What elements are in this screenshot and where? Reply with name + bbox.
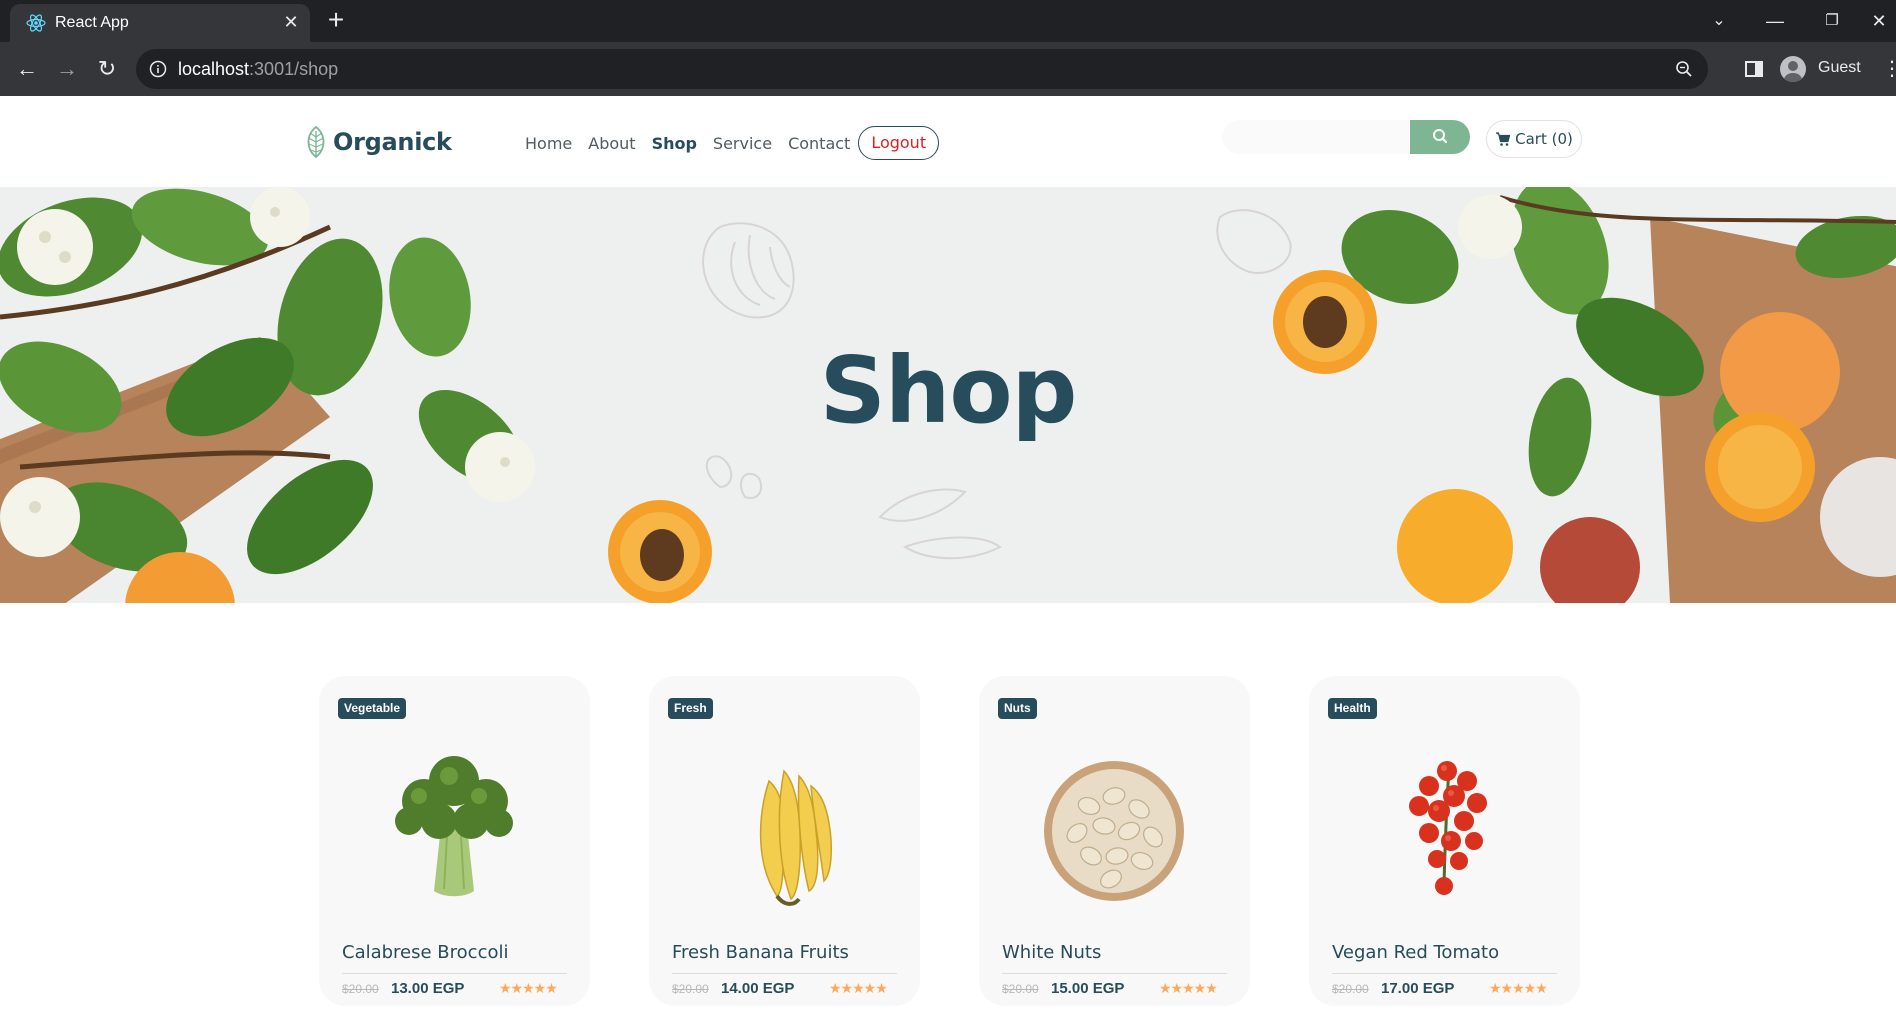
product-name: White Nuts [1002, 942, 1102, 963]
menu-icon[interactable]: ⋮ [1882, 57, 1896, 81]
category-badge: Fresh [668, 698, 713, 719]
cart-icon [1496, 132, 1511, 146]
restore-icon[interactable]: ❐ [1815, 6, 1849, 36]
cart-label: Cart (0) [1515, 130, 1573, 148]
window-close-icon[interactable]: ✕ [1862, 6, 1896, 36]
zoom-icon[interactable] [1674, 59, 1694, 79]
star-rating: ★★★★★ [499, 980, 558, 996]
divider [672, 973, 897, 974]
profile-button[interactable]: Guest [1776, 51, 1880, 87]
leaf-logo-icon [307, 125, 325, 159]
reload-icon[interactable]: ↻ [92, 54, 122, 84]
back-icon[interactable]: ← [12, 54, 42, 84]
url-path: :3001/shop [249, 59, 339, 79]
price: 14.00 EGP [721, 980, 795, 997]
logout-button[interactable]: Logout [858, 126, 940, 160]
nav-service[interactable]: Service [713, 134, 772, 153]
react-icon [26, 14, 46, 32]
hero-banner: Shop [0, 187, 1896, 603]
search-input[interactable] [1222, 120, 1412, 154]
nav-shop[interactable]: Shop [652, 134, 697, 153]
category-badge: Health [1328, 698, 1377, 719]
search-bar [1222, 120, 1470, 154]
forward-icon[interactable]: → [52, 54, 82, 84]
banana-image [759, 769, 833, 906]
browser-tab[interactable]: React App ✕ [10, 4, 310, 42]
browser-tabstrip: React App ✕ + ⌄ — ❐ ✕ [0, 0, 1896, 42]
product-card[interactable]: Fresh Fresh Banana Fruits $20.00 14.00 E… [649, 676, 920, 1006]
search-icon [1433, 129, 1448, 144]
star-rating: ★★★★★ [1159, 980, 1218, 996]
star-rating: ★★★★★ [1489, 980, 1548, 996]
profile-label: Guest [1818, 59, 1861, 76]
tomato-image [1409, 761, 1487, 895]
product-card[interactable]: Nuts White Nuts $20.00 15.00 EGP ★★★★★ [979, 676, 1250, 1006]
product-card[interactable]: Health Vegan Red Tomato $20.00 17.00 EGP… [1309, 676, 1580, 1006]
search-button[interactable] [1410, 120, 1470, 154]
tab-search-icon[interactable]: ⌄ [1702, 6, 1736, 36]
divider [1332, 973, 1557, 974]
person-icon [1784, 61, 1802, 82]
divider [1002, 973, 1227, 974]
price: 13.00 EGP [391, 980, 465, 997]
product-card[interactable]: Vegetable Calabrese Broccoli $20.00 13.0… [319, 676, 590, 1006]
divider [342, 973, 567, 974]
page-title: Shop [819, 337, 1078, 444]
url-host: localhost [178, 59, 250, 79]
old-price: $20.00 [342, 982, 379, 996]
logo[interactable]: Organick [303, 124, 452, 160]
main-nav: Home About Shop Service Contact Logout [525, 126, 940, 160]
product-name: Fresh Banana Fruits [672, 942, 849, 963]
cart-button[interactable]: Cart (0) [1486, 120, 1582, 158]
address-bar[interactable]: localhost:3001/shop [136, 49, 1708, 89]
price: 17.00 EGP [1381, 980, 1455, 997]
old-price: $20.00 [672, 982, 709, 996]
product-name: Vegan Red Tomato [1332, 942, 1500, 963]
site-info-icon[interactable] [148, 59, 168, 79]
price: 15.00 EGP [1051, 980, 1125, 997]
nav-home[interactable]: Home [525, 134, 572, 153]
product-name: Calabrese Broccoli [342, 942, 509, 963]
category-badge: Vegetable [338, 698, 407, 719]
site-header: Organick Home About Shop Service Contact… [0, 96, 1896, 187]
star-rating: ★★★★★ [829, 980, 888, 996]
browser-toolbar: ← → ↻ localhost:3001/shop Guest ⋮ [0, 42, 1896, 96]
old-price: $20.00 [1332, 982, 1369, 996]
new-tab-icon[interactable]: + [322, 6, 350, 35]
minimize-icon[interactable]: — [1758, 6, 1792, 36]
nav-contact[interactable]: Contact [788, 134, 850, 153]
old-price: $20.00 [1002, 982, 1039, 996]
logo-text: Organick [333, 128, 452, 156]
tab-title: React App [55, 14, 129, 31]
url-text: localhost:3001/shop [178, 59, 338, 80]
nuts-image [1044, 761, 1184, 901]
category-badge: Nuts [998, 698, 1037, 719]
avatar [1780, 56, 1806, 82]
side-panel-icon[interactable] [1744, 59, 1764, 79]
nav-about[interactable]: About [588, 134, 635, 153]
product-grid: Vegetable Calabrese Broccoli $20.00 13.0… [319, 676, 1580, 1006]
close-tab-icon[interactable]: ✕ [280, 11, 302, 33]
broccoli-image [395, 756, 513, 897]
